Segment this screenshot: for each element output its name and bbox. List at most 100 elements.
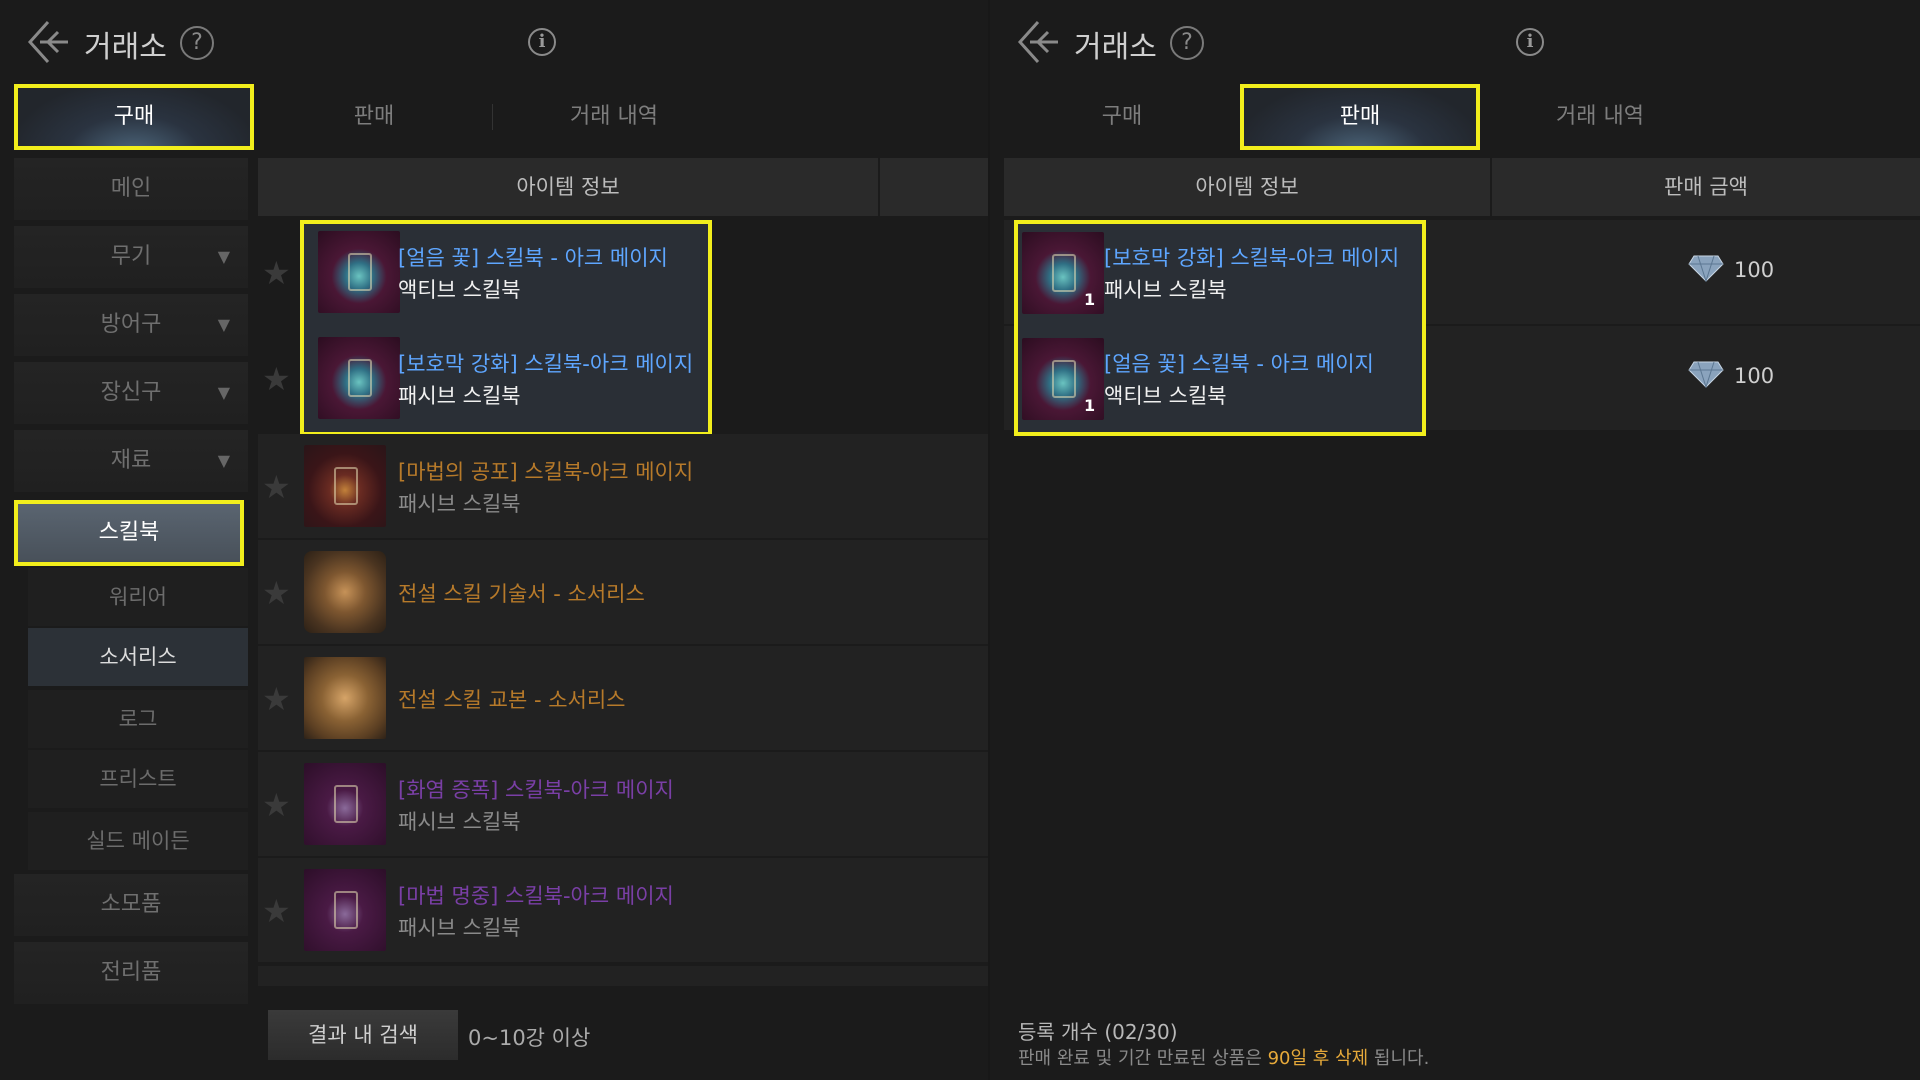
notice-text-pre: 판매 완료 및 기간 만료된 상품은 [1018, 1048, 1268, 1069]
item-quantity: 1 [1084, 290, 1096, 309]
star-icon[interactable]: ★ [262, 360, 291, 398]
book-emblem [348, 253, 372, 291]
header: 거래소 ? i [990, 0, 1920, 82]
registration-count: 등록 개수 (02/30) [1018, 1020, 1178, 1044]
sidebar-subitem-sorceress[interactable]: 소서리스 [28, 628, 248, 686]
chevron-down-icon: ▼ [217, 451, 230, 470]
star-icon[interactable]: ★ [262, 254, 291, 292]
star-icon[interactable]: ★ [262, 786, 291, 824]
sidebar-item-label: 스킬북 [98, 520, 160, 545]
sidebar-item-label: 장신구 [100, 380, 162, 405]
item-name: [얼음 꽃] 스킬북 - 아크 메이지 [398, 246, 668, 270]
tab-divider [492, 104, 493, 130]
notice-text-post: 됩니다. [1368, 1048, 1430, 1069]
item-name: [얼음 꽃] 스킬북 - 아크 메이지 [1104, 352, 1374, 376]
star-icon[interactable]: ★ [262, 680, 291, 718]
sidebar-subitem-rogue[interactable]: 로그 [28, 690, 248, 748]
item-price: 100 [1734, 258, 1775, 282]
item-name: [마법 명중] 스킬북-아크 메이지 [398, 884, 674, 908]
tab-buy[interactable]: 구매 [1002, 84, 1242, 150]
notice-highlight: 90일 후 삭제 [1267, 1048, 1369, 1069]
list-item[interactable]: ★ [화염 증폭] 스킬북-아크 메이지 패시브 스킬북 [258, 752, 988, 856]
sidebar-item-weapon[interactable]: 무기 ▼ [14, 226, 248, 288]
list-item[interactable]: ★ [마법 명중] 스킬북-아크 메이지 패시브 스킬북 [258, 858, 988, 962]
sidebar-item-label: 재료 [110, 448, 152, 473]
question-icon[interactable]: ? [1170, 26, 1204, 60]
skillbook-icon [318, 337, 400, 419]
list-item[interactable]: ★ 전설 스킬 기술서 - 소서리스 [258, 540, 988, 644]
legend-scroll-icon [304, 551, 386, 633]
chevron-down-icon: ▼ [217, 383, 230, 402]
item-type: 액티브 스킬북 [1104, 384, 1227, 408]
header: 거래소 ? i [0, 0, 988, 82]
item-name: [보호막 강화] 스킬북-아크 메이지 [398, 352, 694, 376]
item-type: 패시브 스킬북 [398, 384, 521, 408]
sidebar-item-main[interactable]: 메인 [14, 158, 248, 220]
buy-panel: 거래소 ? i 구매 판매 거래 내역 메인 무기 ▼ 방어구 ▼ 장신구 ▼ 재료 ▼… [0, 0, 988, 1080]
list-item[interactable]: ★ [보호막 강화] 스킬북-아크 메이지 패시브 스킬북 [258, 326, 988, 430]
sell-panel: 거래소 ? i 구매 판매 거래 내역 아이템 정보 판매 금액 1 [보호막 … [990, 0, 1920, 1080]
star-icon[interactable]: ★ [262, 574, 291, 612]
search-in-results-button[interactable]: 결과 내 검색 [268, 1010, 458, 1060]
item-name: [화염 증폭] 스킬북-아크 메이지 [398, 778, 674, 802]
legend-book-icon [304, 657, 386, 739]
info-icon[interactable]: i [1516, 28, 1544, 56]
column-header-blank [880, 158, 988, 216]
skillbook-icon [318, 231, 400, 313]
tab-history[interactable]: 거래 내역 [494, 84, 734, 150]
expiry-notice: 판매 완료 및 기간 만료된 상품은 90일 후 삭제 됩니다. [1018, 1044, 1429, 1070]
sidebar-item-accessory[interactable]: 장신구 ▼ [14, 362, 248, 424]
star-icon[interactable]: ★ [262, 892, 291, 930]
item-name: [마법의 공포] 스킬북-아크 메이지 [398, 460, 694, 484]
skillbook-icon: 1 [1022, 232, 1104, 314]
sidebar-item-label: 소모품 [100, 892, 162, 917]
skillbook-icon [304, 445, 386, 527]
column-header-item-info: 아이템 정보 [258, 158, 878, 216]
page-title: 거래소 [84, 30, 167, 65]
list-item-partial [258, 966, 988, 986]
diamond-icon [1688, 255, 1724, 282]
back-arrow-icon[interactable] [1014, 18, 1062, 66]
list-item[interactable]: ★ [얼음 꽃] 스킬북 - 아크 메이지 액티브 스킬북 [258, 220, 988, 324]
question-icon[interactable]: ? [180, 26, 214, 60]
diamond-icon [1688, 361, 1724, 388]
tab-sell[interactable]: 판매 [1240, 84, 1480, 150]
back-arrow-icon[interactable] [24, 18, 72, 66]
info-icon[interactable]: i [528, 28, 556, 56]
item-type: 패시브 스킬북 [398, 492, 521, 516]
item-type: 패시브 스킬북 [398, 810, 521, 834]
tab-buy[interactable]: 구매 [14, 84, 254, 150]
enhance-filter-text[interactable]: 0~10강 이상 [468, 1022, 590, 1052]
sidebar-subitem-shieldmaiden[interactable]: 실드 메이든 [28, 812, 248, 870]
book-emblem [334, 467, 358, 505]
sidebar-item-armor[interactable]: 방어구 ▼ [14, 294, 248, 356]
item-name: 전설 스킬 교본 - 소서리스 [398, 688, 626, 712]
list-item[interactable]: ★ [마법의 공포] 스킬북-아크 메이지 패시브 스킬북 [258, 434, 988, 538]
sidebar-item-material[interactable]: 재료 ▼ [14, 430, 248, 492]
tab-history[interactable]: 거래 내역 [1480, 84, 1720, 150]
column-header-item-info: 아이템 정보 [1004, 158, 1490, 216]
item-name: [보호막 강화] 스킬북-아크 메이지 [1104, 246, 1400, 270]
list-item[interactable]: ★ 전설 스킬 교본 - 소서리스 [258, 646, 988, 750]
skillbook-icon [304, 869, 386, 951]
sidebar-item-consumable[interactable]: 소모품 [14, 874, 248, 936]
sidebar-item-loot[interactable]: 전리품 [14, 942, 248, 1004]
item-name: 전설 스킬 기술서 - 소서리스 [398, 582, 645, 606]
book-emblem [1052, 254, 1076, 292]
sidebar-subitem-warrior[interactable]: 워리어 [28, 568, 248, 626]
book-emblem [1052, 360, 1076, 398]
sidebar-item-label: 전리품 [100, 960, 162, 985]
sidebar-item-label: 무기 [110, 244, 152, 269]
chevron-down-icon: ▼ [217, 315, 230, 334]
sidebar-item-label: 메인 [110, 176, 152, 201]
tab-sell[interactable]: 판매 [254, 84, 494, 150]
page-title: 거래소 [1074, 30, 1157, 65]
item-price: 100 [1734, 364, 1775, 388]
star-icon[interactable]: ★ [262, 468, 291, 506]
sidebar-subitem-priest[interactable]: 프리스트 [28, 750, 248, 808]
book-emblem [348, 359, 372, 397]
item-quantity: 1 [1084, 396, 1096, 415]
skillbook-icon: 1 [1022, 338, 1104, 420]
book-emblem [334, 785, 358, 823]
sidebar-item-skillbook[interactable]: 스킬북 [14, 500, 244, 566]
